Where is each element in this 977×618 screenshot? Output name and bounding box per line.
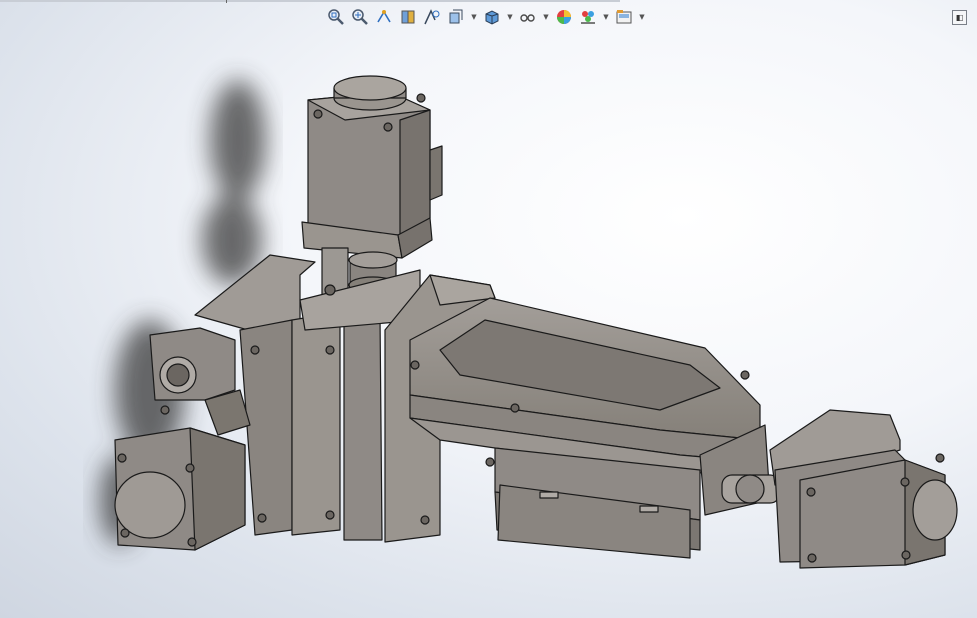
zoom-to-area-icon[interactable] bbox=[350, 7, 370, 27]
graphics-area[interactable] bbox=[0, 30, 977, 618]
view-orientation-icon[interactable] bbox=[446, 7, 466, 27]
cad-model-render bbox=[100, 75, 958, 569]
expand-panel-icon[interactable]: ◧ bbox=[952, 10, 967, 25]
edit-appearance-icon[interactable] bbox=[554, 7, 574, 27]
view-settings-dropdown-icon[interactable]: ▼ bbox=[638, 7, 646, 27]
display-style-dropdown-icon[interactable]: ▼ bbox=[506, 7, 514, 27]
hide-show-dropdown-icon[interactable]: ▼ bbox=[542, 7, 550, 27]
view-settings-icon[interactable] bbox=[614, 7, 634, 27]
dynamic-annotation-view-icon[interactable] bbox=[422, 7, 442, 27]
previous-view-icon[interactable] bbox=[374, 7, 394, 27]
apply-scene-icon[interactable] bbox=[578, 7, 598, 27]
horizontal-arm bbox=[384, 274, 761, 559]
window-top-border bbox=[0, 0, 620, 3]
section-view-icon[interactable] bbox=[398, 7, 418, 27]
view-orientation-dropdown-icon[interactable]: ▼ bbox=[470, 7, 478, 27]
hide-show-items-icon[interactable] bbox=[518, 7, 538, 27]
display-style-icon[interactable] bbox=[482, 7, 502, 27]
heads-up-view-toolbar: ▼ ▼ ▼ ▼ ▼ bbox=[326, 6, 646, 28]
apply-scene-dropdown-icon[interactable]: ▼ bbox=[602, 7, 610, 27]
top-motor bbox=[301, 75, 443, 304]
zoom-to-fit-icon[interactable] bbox=[326, 7, 346, 27]
